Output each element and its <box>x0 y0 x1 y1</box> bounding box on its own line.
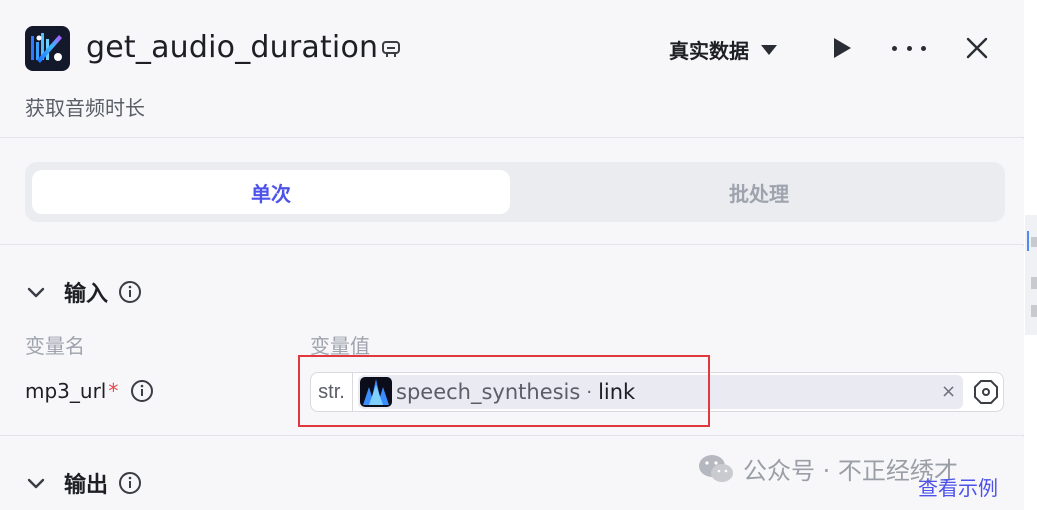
canvas-edge <box>1025 215 1037 335</box>
data-mode-select[interactable]: 真实数据 <box>669 35 777 64</box>
tab-batch[interactable]: 批处理 <box>520 170 998 214</box>
audio-node-icon <box>25 26 70 71</box>
info-icon[interactable] <box>118 471 142 495</box>
data-mode-label: 真实数据 <box>669 39 749 63</box>
variable-name: mp3_url * <box>25 379 154 403</box>
info-icon[interactable] <box>130 379 154 403</box>
edit-icon[interactable] <box>380 38 402 60</box>
more-icon[interactable] <box>892 38 926 58</box>
variable-name-column-label: 变量名 <box>25 334 85 358</box>
output-section-title: 输出 <box>64 473 109 498</box>
info-icon[interactable] <box>118 280 142 304</box>
close-icon[interactable] <box>964 35 990 61</box>
reference-chip[interactable]: speech_synthesis · link <box>358 375 963 409</box>
output-section-header[interactable]: 输出 <box>25 467 142 499</box>
reference-node-name: speech_synthesis <box>396 380 581 404</box>
play-icon[interactable] <box>831 36 853 60</box>
view-example-link[interactable]: 查看示例 <box>918 472 998 501</box>
variable-picker-icon[interactable] <box>973 379 999 405</box>
reference-separator: · <box>586 381 593 403</box>
run-mode-tabs: 单次 批处理 <box>25 162 1005 222</box>
run-mode-area: 单次 批处理 <box>0 139 1024 245</box>
type-tag: str. <box>311 373 353 411</box>
node-panel: get_audio_duration 获取音频时长 真实数据 单次 批处理 输入… <box>0 0 1024 510</box>
variable-name-text: mp3_url <box>25 379 107 403</box>
variable-value-column-label: 变量值 <box>310 334 370 358</box>
wechat-icon <box>699 454 733 482</box>
speech-synthesis-icon <box>360 377 392 407</box>
chevron-down-icon <box>27 287 45 298</box>
chevron-down-icon <box>27 478 45 489</box>
panel-header: get_audio_duration 获取音频时长 真实数据 <box>0 0 1024 138</box>
caret-down-icon <box>761 44 777 55</box>
tab-single[interactable]: 单次 <box>32 170 510 214</box>
input-section: 输入 变量名 变量值 mp3_url * str. speech_synthes… <box>0 246 1024 436</box>
input-section-header[interactable]: 输入 <box>25 276 142 308</box>
reference-field-name: link <box>598 380 636 404</box>
clear-icon[interactable]: × <box>941 381 956 402</box>
required-mark: * <box>108 379 119 403</box>
node-title: get_audio_duration <box>86 30 379 65</box>
input-section-title: 输入 <box>64 282 109 307</box>
node-description: 获取音频时长 <box>25 96 145 120</box>
variable-value-input[interactable]: str. speech_synthesis · link × <box>310 372 1004 412</box>
